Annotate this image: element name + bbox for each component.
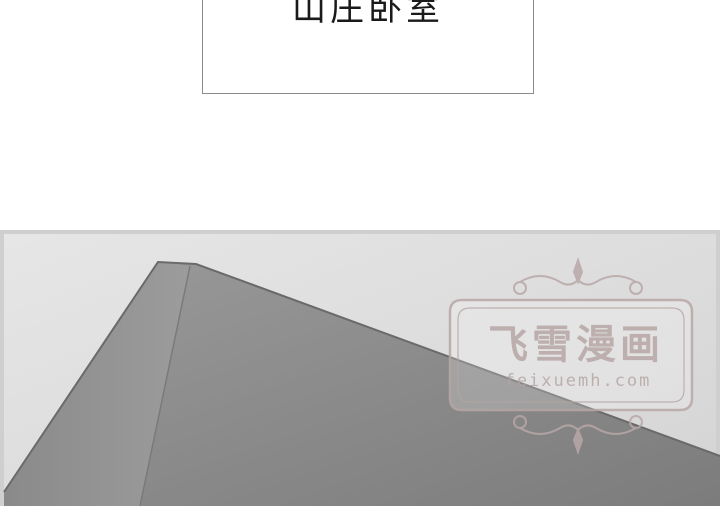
watermark-title: 飞雪漫画 — [488, 322, 664, 368]
comic-panel: 飞雪漫画 feixuemh.com — [0, 230, 720, 506]
caption-box: 山庄卧室 — [202, 0, 534, 94]
caption-text: 山庄卧室 — [292, 0, 444, 29]
comic-page: 山庄卧室 飞雪漫画 feixuemh.com — [0, 0, 720, 506]
panel-artwork: 飞雪漫画 feixuemh.com — [0, 230, 720, 506]
watermark-url: feixuemh.com — [505, 371, 652, 391]
